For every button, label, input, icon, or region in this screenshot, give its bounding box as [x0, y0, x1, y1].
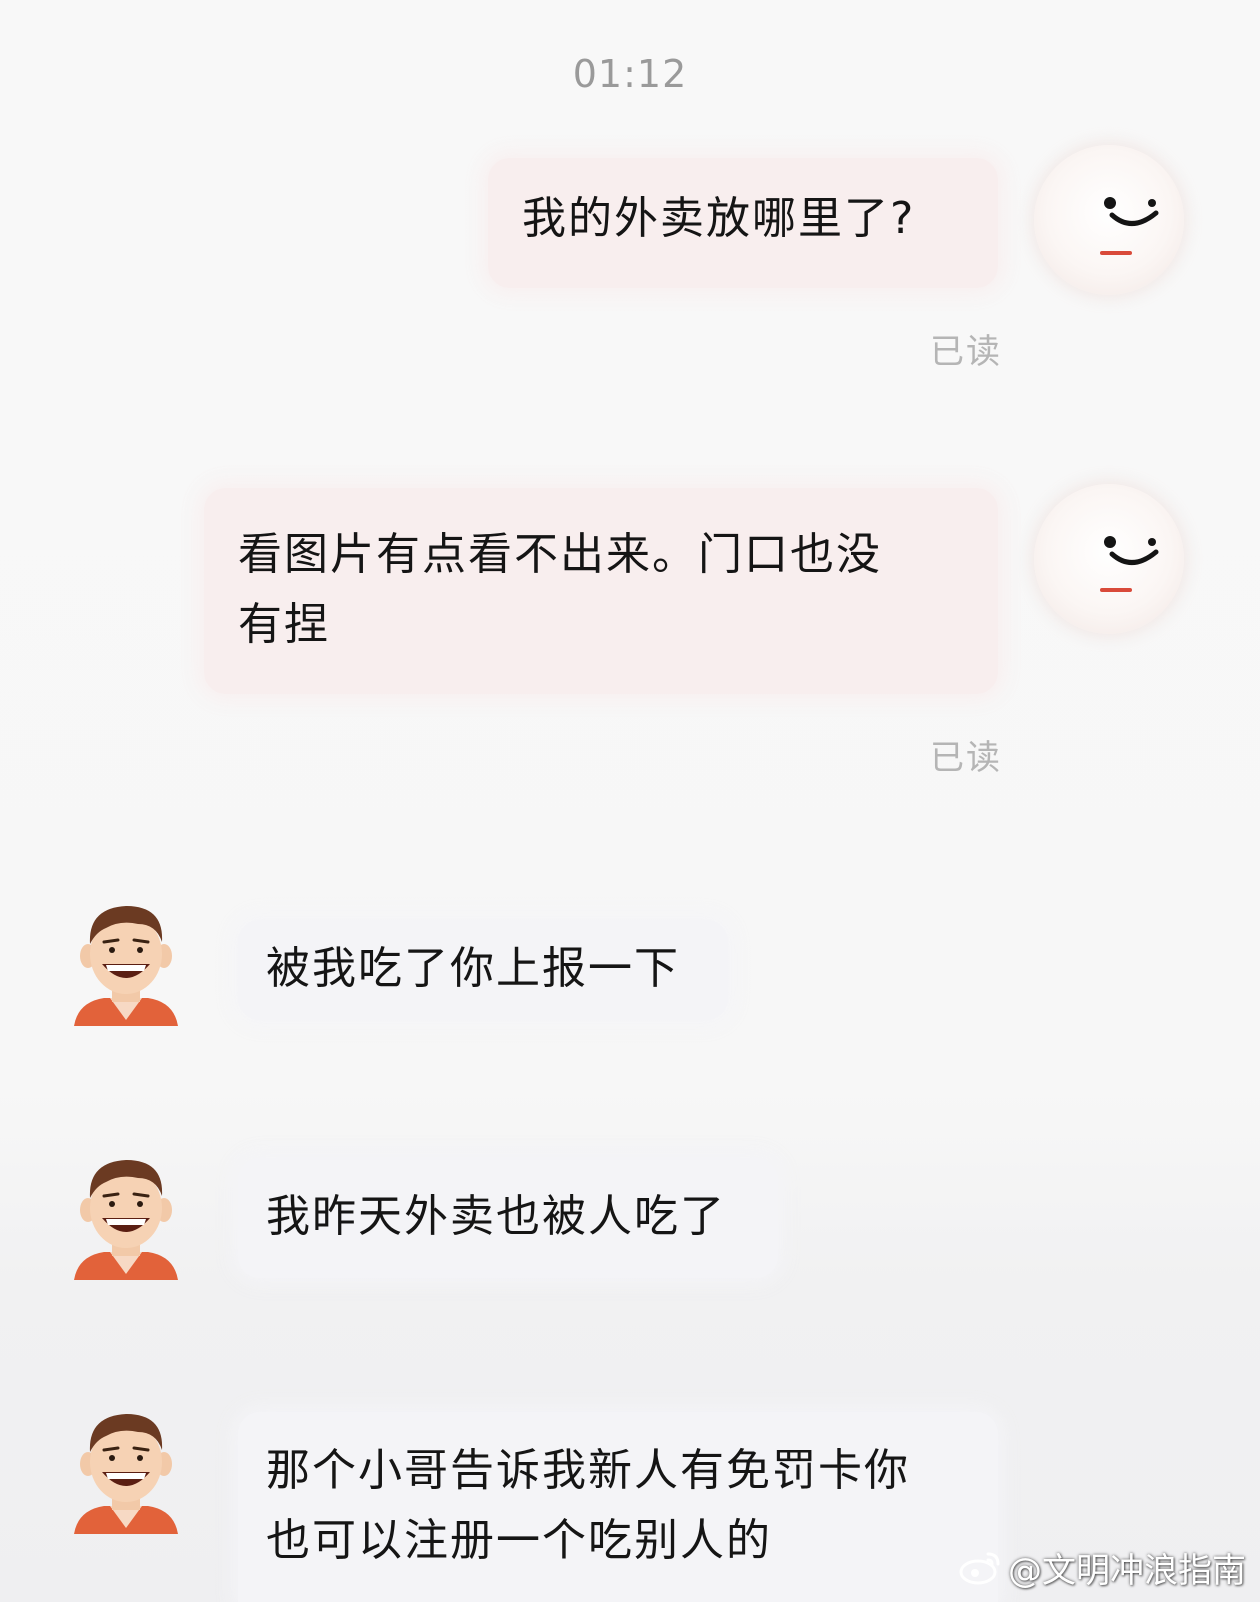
- read-status: 已读: [930, 332, 1002, 372]
- cartoon-man-icon: [74, 1414, 178, 1534]
- watermark-text: @文明冲浪指南: [1008, 1551, 1246, 1591]
- message-text: 我的外卖放哪里了?: [522, 193, 916, 244]
- read-status: 已读: [930, 738, 1002, 778]
- chat-screen: { "chat": { "timestamp": "01:12", "messa…: [0, 0, 1260, 1602]
- user-avatar[interactable]: [1034, 484, 1184, 634]
- weibo-icon: [959, 1552, 1000, 1584]
- courier-avatar[interactable]: [66, 1406, 186, 1546]
- message-text-line: 那个小哥告诉我新人有免罚卡你: [266, 1445, 910, 1496]
- message-bubble-self[interactable]: 看图片有点看不出来。门口也没 有捏: [204, 488, 998, 694]
- cartoon-man-icon: [74, 1160, 178, 1280]
- message-text: 被我吃了你上报一下: [266, 943, 680, 994]
- message-text-line: 有捏: [238, 599, 330, 650]
- courier-avatar[interactable]: [66, 898, 186, 1038]
- user-avatar[interactable]: [1034, 145, 1184, 295]
- weibo-watermark: @文明冲浪指南: [958, 1543, 1246, 1592]
- courier-avatar[interactable]: [66, 1152, 186, 1292]
- message-text-line: 看图片有点看不出来。门口也没: [238, 529, 882, 580]
- smiley-face-icon: [1100, 197, 1159, 255]
- cartoon-man-icon: [74, 906, 178, 1026]
- message-timestamp: 01:12: [572, 52, 688, 96]
- message-bubble-other[interactable]: 被我吃了你上报一下: [238, 920, 728, 1020]
- message-text: 我昨天外卖也被人吃了: [266, 1191, 726, 1242]
- message-bubble-other[interactable]: 那个小哥告诉我新人有免罚卡你 也可以注册一个吃别人的: [238, 1412, 998, 1602]
- message-text-line: 也可以注册一个吃别人的: [266, 1515, 772, 1566]
- message-bubble-other[interactable]: 我昨天外卖也被人吃了: [238, 1158, 778, 1278]
- message-bubble-self[interactable]: 我的外卖放哪里了?: [488, 158, 998, 288]
- smiley-face-icon: [1100, 536, 1159, 592]
